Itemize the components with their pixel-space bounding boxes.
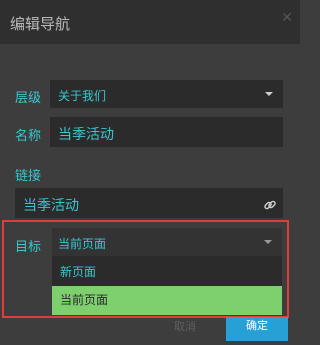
dialog-title-bar: 编辑导航 ✕ <box>0 0 300 44</box>
close-icon[interactable]: ✕ <box>280 11 294 25</box>
edit-nav-dialog: 编辑导航 ✕ 层级 关于我们 名称 当季活动 链接 当季活动 目标 当前页面 新… <box>0 0 300 345</box>
level-value: 关于我们 <box>58 89 107 103</box>
chevron-down-icon <box>264 240 272 244</box>
dialog-title: 编辑导航 <box>10 15 71 33</box>
target-option-current-page[interactable]: 当前页面 <box>52 286 282 315</box>
target-option-new-page[interactable]: 新页面 <box>52 258 282 287</box>
ok-button[interactable]: 确定 <box>226 317 288 341</box>
link-value: 当季活动 <box>23 198 79 214</box>
link-label: 链接 <box>15 169 42 184</box>
level-select[interactable]: 关于我们 <box>50 80 283 108</box>
chevron-down-icon <box>265 92 273 96</box>
target-value: 当前页面 <box>58 237 107 251</box>
level-label: 层级 <box>15 91 42 106</box>
target-select[interactable]: 当前页面 <box>52 228 282 256</box>
name-label: 名称 <box>15 129 42 144</box>
target-label: 目标 <box>15 240 42 255</box>
cancel-button[interactable]: 取消 <box>174 318 196 334</box>
link-icon[interactable] <box>263 198 277 212</box>
target-dropdown: 新页面 当前页面 <box>52 256 282 315</box>
link-input[interactable]: 当季活动 <box>15 188 283 218</box>
name-value: 当季活动 <box>58 127 114 143</box>
name-input[interactable]: 当季活动 <box>50 117 283 147</box>
